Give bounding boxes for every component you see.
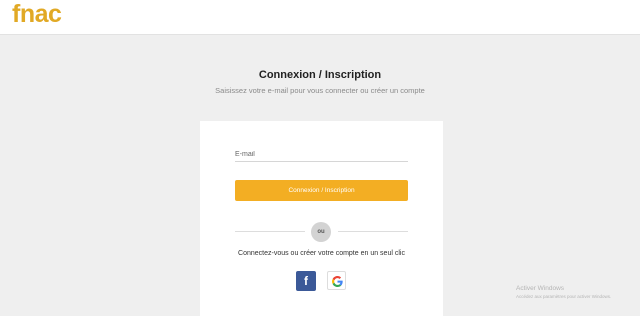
facebook-login-button[interactable]: f xyxy=(296,271,316,291)
email-field[interactable] xyxy=(235,147,408,162)
page-title: Connexion / Inscription xyxy=(258,69,382,81)
separator-line-right xyxy=(338,231,408,232)
google-login-button[interactable] xyxy=(327,271,346,290)
separator-ou-badge: ou xyxy=(311,222,331,242)
watermark-title: Activer Windows xyxy=(516,285,565,292)
social-login-text: Connectez-vous ou créer votre compte en … xyxy=(238,250,405,257)
fnac-logo[interactable]: fnac xyxy=(12,0,62,28)
site-header: fnac xyxy=(0,0,640,35)
login-signup-button[interactable]: Connexion / Inscription xyxy=(235,180,408,201)
windows-activation-watermark: Activer Windows Accédez aux paramètres p… xyxy=(516,285,611,300)
watermark-subtitle: Accédez aux paramètres pour activer Wind… xyxy=(516,294,612,299)
login-card: Connexion / Inscription ou Connectez-vou… xyxy=(200,121,443,316)
google-icon xyxy=(332,276,343,287)
facebook-icon: f xyxy=(304,274,308,288)
page-subtitle: Saisissez votre e-mail pour vous connect… xyxy=(215,86,425,95)
separator-line-left xyxy=(235,231,305,232)
